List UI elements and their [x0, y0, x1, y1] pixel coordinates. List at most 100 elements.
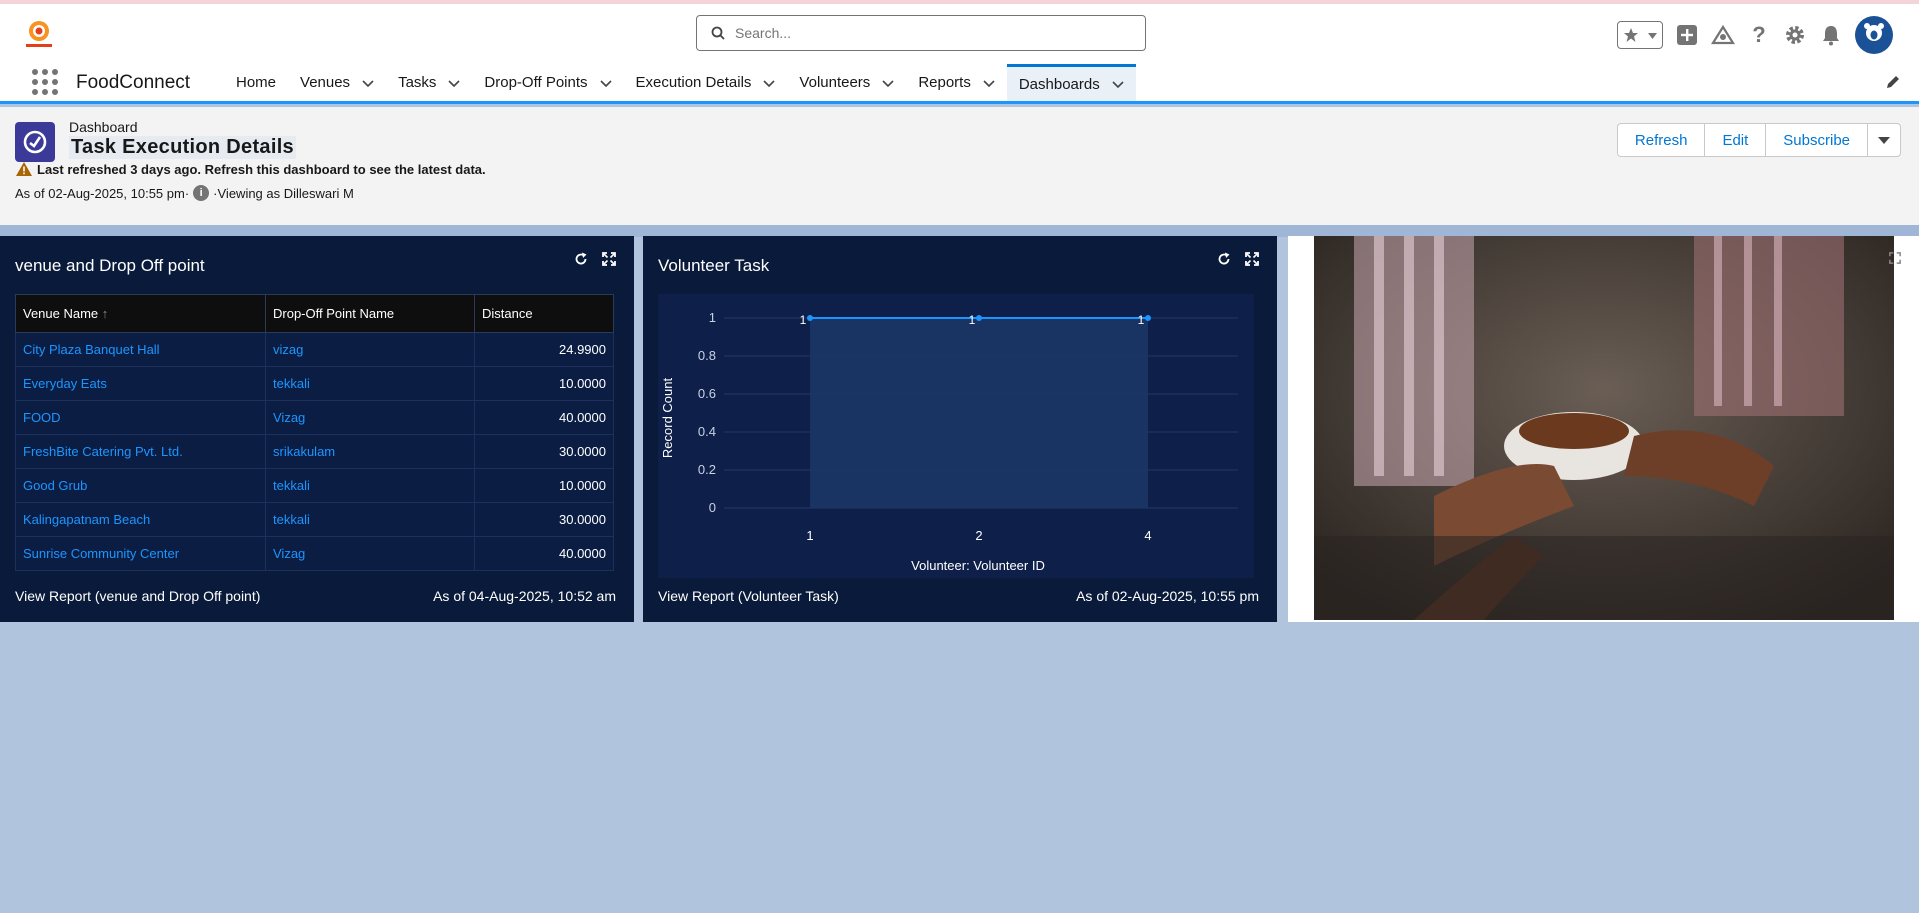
dropoff-link[interactable]: Vizag [265, 536, 475, 571]
dashboard-header: Dashboard Task Execution Details Last re… [0, 107, 1919, 225]
help-button[interactable]: ? [1747, 22, 1771, 47]
dropoff-link[interactable]: tekkali [265, 366, 475, 401]
data-point [1145, 315, 1151, 321]
setup-button[interactable] [1783, 23, 1807, 47]
expand-icon[interactable] [602, 252, 616, 266]
y-tick-label: 0.4 [698, 424, 716, 439]
sort-ascending-icon: ↑ [101, 306, 109, 321]
refresh-button[interactable]: Refresh [1616, 123, 1706, 157]
column-header-venue-name[interactable]: Venue Name ↑ [15, 294, 266, 333]
chevron-down-icon [1648, 32, 1658, 39]
favorites-button[interactable] [1617, 21, 1663, 49]
tab-label: Venues [300, 74, 351, 91]
info-icon[interactable]: i [193, 185, 210, 201]
venue-link[interactable]: City Plaza Banquet Hall [15, 332, 266, 367]
more-actions-button[interactable] [1867, 123, 1901, 157]
subscribe-button[interactable]: Subscribe [1765, 123, 1868, 157]
x-tick-label: 4 [1144, 528, 1151, 543]
column-header-dropoff-point[interactable]: Drop-Off Point Name [265, 294, 475, 333]
data-label: 1 [800, 313, 807, 327]
distance-value: 30.0000 [474, 434, 614, 469]
edit-button[interactable]: Edit [1704, 123, 1767, 157]
app-name: FoodConnect [76, 72, 191, 93]
warning-text: Last refreshed 3 days ago. Refresh this … [37, 161, 486, 177]
x-axis-label: Volunteer: Volunteer ID [911, 558, 1045, 573]
chevron-down-icon[interactable] [763, 77, 775, 89]
global-actions-button[interactable] [1675, 23, 1699, 47]
help-icon: ? [1752, 22, 1766, 47]
tab-tasks[interactable]: Tasks [386, 64, 472, 101]
tab-venues[interactable]: Venues [288, 64, 386, 101]
widget-title: venue and Drop Off point [15, 256, 205, 275]
column-header-distance[interactable]: Distance [474, 294, 614, 333]
stale-data-warning: Last refreshed 3 days ago. Refresh this … [15, 161, 486, 177]
tab-volunteers[interactable]: Volunteers [787, 64, 906, 101]
venue-link[interactable]: FOOD [15, 400, 266, 435]
chevron-down-icon[interactable] [362, 77, 374, 89]
refresh-icon[interactable] [574, 252, 588, 266]
tab-reports[interactable]: Reports [906, 64, 1007, 101]
volunteer-task-chart[interactable]: 0 0.2 0.4 0.6 0.8 1 1 1 1 2 1 4 Volunteer: Volunteer… [658, 294, 1254, 578]
avatar-icon [1864, 23, 1884, 41]
app-launcher-icon[interactable] [32, 69, 58, 95]
tab-dashboards[interactable]: Dashboards [1006, 64, 1136, 101]
notifications-button[interactable] [1819, 23, 1843, 47]
distance-value: 40.0000 [474, 536, 614, 571]
x-tick-label: 2 [975, 528, 982, 543]
foodconnect-logo[interactable] [22, 16, 56, 50]
global-search-box[interactable] [696, 15, 1146, 51]
trailhead-icon [1711, 24, 1735, 45]
dropoff-link[interactable]: Vizag [265, 400, 475, 435]
chevron-down-icon[interactable] [983, 77, 995, 89]
venue-dropoff-widget: venue and Drop Off point Venue Name ↑ Dr… [0, 236, 634, 622]
gear-icon [1786, 26, 1804, 44]
dropoff-link[interactable]: srikakulam [265, 434, 475, 469]
asof-text: As of 02-Aug-2025, 10:55 pm· [15, 185, 190, 201]
image-widget [1288, 236, 1919, 622]
table-row: Kalingapatnam Beach tekkali 30.0000 [15, 502, 614, 537]
distance-value: 10.0000 [474, 468, 614, 503]
user-avatar[interactable] [1855, 16, 1893, 54]
chevron-down-icon[interactable] [448, 77, 460, 89]
view-report-link[interactable]: View Report (Volunteer Task) [658, 588, 839, 604]
widget-asof: As of 02-Aug-2025, 10:55 pm [1076, 588, 1259, 604]
nav-tabs: Home Venues Tasks Drop-Off Points Execut… [224, 64, 1136, 101]
expand-icon[interactable] [1889, 252, 1901, 264]
chevron-down-icon[interactable] [1112, 78, 1124, 90]
table-row: Everyday Eats tekkali 10.0000 [15, 366, 614, 401]
trailhead-button[interactable] [1711, 23, 1735, 47]
search-icon [711, 26, 725, 40]
tab-drop-off-points[interactable]: Drop-Off Points [472, 64, 623, 101]
venue-link[interactable]: Everyday Eats [15, 366, 266, 401]
venue-link[interactable]: Good Grub [15, 468, 266, 503]
widget-title: Volunteer Task [658, 256, 770, 275]
distance-value: 40.0000 [474, 400, 614, 435]
chevron-down-icon[interactable] [882, 77, 894, 89]
edit-nav-button[interactable] [1885, 74, 1901, 95]
search-input[interactable] [735, 25, 1115, 41]
tab-label: Reports [918, 74, 971, 91]
column-label: Venue Name [23, 306, 99, 321]
dashboard-asof: As of 02-Aug-2025, 10:55 pm· i ·Viewing … [15, 185, 354, 201]
dropoff-link[interactable]: tekkali [265, 468, 475, 503]
add-icon [1677, 25, 1697, 45]
venue-link[interactable]: FreshBite Catering Pvt. Ltd. [15, 434, 266, 469]
warning-icon [16, 162, 32, 176]
dashboard-actions: Refresh Edit Subscribe [1616, 123, 1901, 157]
y-tick-label: 0.8 [698, 348, 716, 363]
venue-link[interactable]: Kalingapatnam Beach [15, 502, 266, 537]
tab-label: Volunteers [799, 74, 871, 91]
area-fill [810, 318, 1148, 508]
tab-home[interactable]: Home [224, 64, 288, 101]
dropoff-link[interactable]: vizag [265, 332, 475, 367]
view-report-link[interactable]: View Report (venue and Drop Off point) [15, 588, 260, 604]
chart-area: 0 0.2 0.4 0.6 0.8 1 1 1 1 2 1 4 Volunteer: Volunteer… [658, 294, 1254, 578]
tab-execution-details[interactable]: Execution Details [624, 64, 788, 101]
y-axis-label: Record Count [660, 378, 675, 459]
refresh-icon[interactable] [1217, 252, 1231, 266]
global-header: ? [0, 4, 1919, 64]
dropoff-link[interactable]: tekkali [265, 502, 475, 537]
venue-link[interactable]: Sunrise Community Center [15, 536, 266, 571]
expand-icon[interactable] [1245, 252, 1259, 266]
chevron-down-icon[interactable] [599, 77, 612, 89]
